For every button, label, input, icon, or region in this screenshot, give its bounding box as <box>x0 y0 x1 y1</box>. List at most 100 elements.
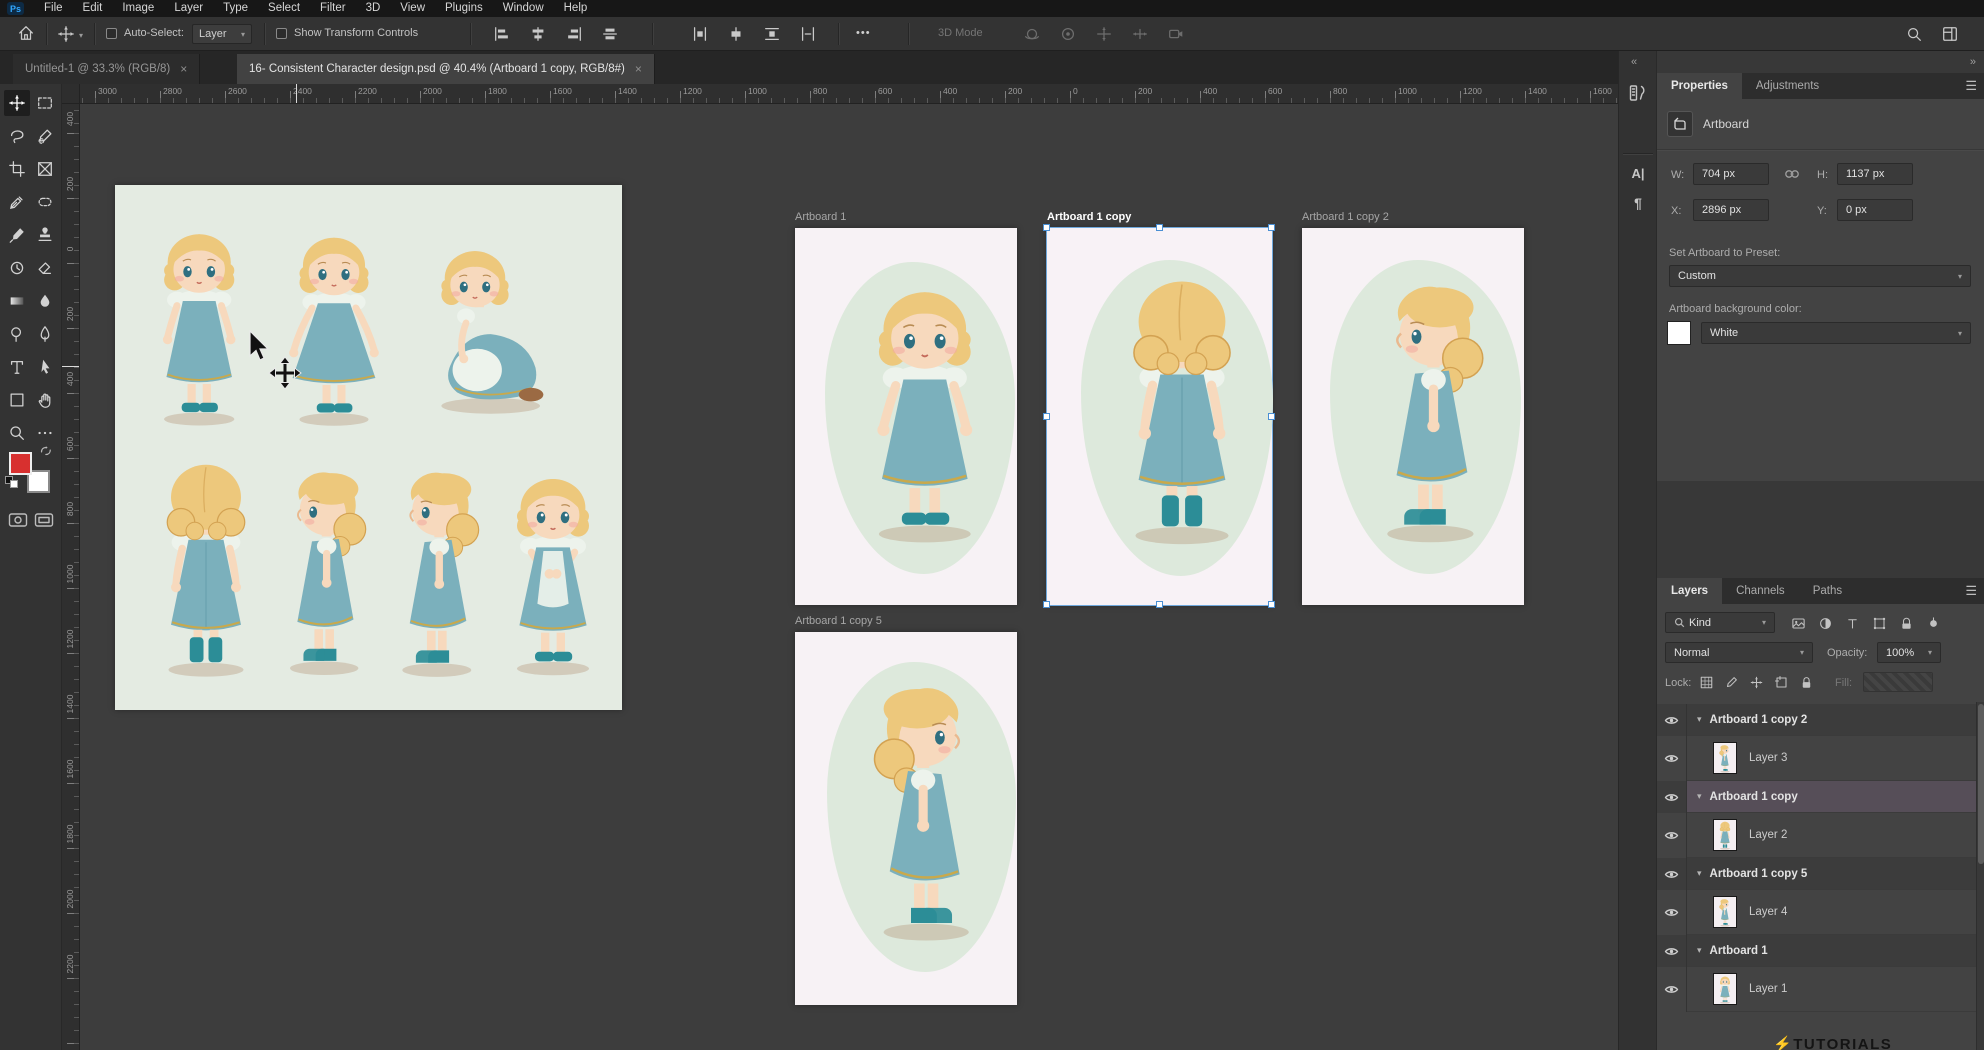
3d-roll-icon[interactable] <box>1058 25 1078 43</box>
artboard-artboard-1-copy[interactable] <box>1047 228 1272 605</box>
layers-tab-channels[interactable]: Channels <box>1722 578 1799 604</box>
layer-row-content[interactable]: Layer 2 <box>1687 813 1984 858</box>
filter-pixel-layers-icon[interactable] <box>1787 613 1809 633</box>
layer-group-row[interactable]: ▾ Artboard 1 copy <box>1657 781 1984 813</box>
ruler-origin-corner[interactable] <box>62 84 80 104</box>
panel-menu-icon[interactable]: ☰ <box>1965 80 1977 92</box>
3d-orbit-icon[interactable] <box>1022 25 1042 43</box>
layer-row-content[interactable]: ▾ Artboard 1 copy 2 <box>1687 704 1984 736</box>
align-horizontal-centers-icon[interactable] <box>528 25 548 43</box>
lasso-tool[interactable] <box>4 123 30 149</box>
layer-row-content[interactable]: Layer 3 <box>1687 736 1984 781</box>
transform-handle[interactable] <box>1043 224 1050 231</box>
menu-view[interactable]: View <box>390 0 435 17</box>
opacity-field[interactable]: 100%▾ <box>1877 642 1941 663</box>
rectangle-tool[interactable] <box>4 387 30 413</box>
document-tab-1[interactable]: Untitled-1 @ 33.3% (RGB/8)× <box>13 54 200 84</box>
chevron-down-icon[interactable]: ▾ <box>1697 791 1702 802</box>
layer-visibility-toggle[interactable] <box>1657 858 1687 890</box>
tab-close-icon[interactable]: × <box>635 62 642 76</box>
layer-visibility-toggle[interactable] <box>1657 781 1687 813</box>
layer-visibility-toggle[interactable] <box>1657 935 1687 967</box>
layer-row-content[interactable]: Layer 1 <box>1687 967 1984 1012</box>
chevron-down-icon[interactable]: ▾ <box>1697 868 1702 879</box>
vertical-ruler[interactable]: 4002000200400600800100012001400160018002… <box>62 104 80 1050</box>
search-icon[interactable] <box>1904 25 1924 43</box>
layer-visibility-toggle[interactable] <box>1657 704 1687 736</box>
menu-help[interactable]: Help <box>554 0 598 17</box>
lock-image-icon[interactable] <box>1720 672 1742 692</box>
layer-group-row[interactable]: ▾ Artboard 1 copy 2 <box>1657 704 1984 736</box>
align-vertical-centers-icon[interactable] <box>600 25 620 43</box>
history-brush-tool[interactable] <box>4 255 30 281</box>
link-dimensions-icon[interactable] <box>1783 165 1801 186</box>
frame-tool[interactable] <box>32 156 58 182</box>
layer-thumbnail[interactable] <box>1713 819 1737 851</box>
filter-adjustment-layers-icon[interactable] <box>1814 613 1836 633</box>
lock-transparency-icon[interactable] <box>1695 672 1717 692</box>
layers-scrollbar[interactable] <box>1976 702 1984 1050</box>
x-field[interactable]: 2896 px <box>1693 199 1769 221</box>
layer-group-row[interactable]: ▾ Artboard 1 <box>1657 935 1984 967</box>
lock-artboard-icon[interactable] <box>1770 672 1792 692</box>
marquee-tool[interactable] <box>32 90 58 116</box>
expand-panels-icon[interactable]: « <box>1631 56 1637 68</box>
menu-3d[interactable]: 3D <box>356 0 391 17</box>
transform-handle[interactable] <box>1268 601 1275 608</box>
quick-mask-icon[interactable] <box>8 512 28 528</box>
artboard-label[interactable]: Artboard 1 copy 5 <box>795 615 882 629</box>
distribute-left-edges-icon[interactable] <box>690 25 710 43</box>
layer-visibility-toggle[interactable] <box>1657 890 1687 935</box>
layer-row[interactable]: Layer 1 <box>1657 967 1984 1012</box>
filter-toggle-icon[interactable] <box>1922 613 1944 633</box>
filter-type-layers-icon[interactable] <box>1841 613 1863 633</box>
preset-dropdown[interactable]: Custom▾ <box>1669 265 1971 287</box>
clone-stamp-tool[interactable] <box>32 222 58 248</box>
transform-handle[interactable] <box>1156 224 1163 231</box>
auto-select-target-dropdown[interactable]: Layer▾ <box>192 24 252 44</box>
layer-row[interactable]: Layer 4 <box>1657 890 1984 935</box>
layer-group-row[interactable]: ▾ Artboard 1 copy 5 <box>1657 858 1984 890</box>
menu-file[interactable]: File <box>34 0 73 17</box>
auto-select-checkbox[interactable] <box>106 28 117 39</box>
chevron-down-icon[interactable]: ▾ <box>1697 714 1702 725</box>
menu-layer[interactable]: Layer <box>164 0 213 17</box>
menu-image[interactable]: Image <box>112 0 164 17</box>
y-field[interactable]: 0 px <box>1837 199 1913 221</box>
layers-tab-paths[interactable]: Paths <box>1799 578 1856 604</box>
menu-select[interactable]: Select <box>258 0 310 17</box>
layer-row[interactable]: Layer 3 <box>1657 736 1984 781</box>
menu-window[interactable]: Window <box>493 0 554 17</box>
distribute-right-edges-icon[interactable] <box>762 25 782 43</box>
layer-visibility-toggle[interactable] <box>1657 736 1687 781</box>
canvas-pasteboard[interactable]: Artboard 1 Artboard 1 copy Artboard 1 co… <box>80 104 1618 1050</box>
crop-tool[interactable] <box>4 156 30 182</box>
align-left-edges-icon[interactable] <box>492 25 512 43</box>
menu-plugins[interactable]: Plugins <box>435 0 493 17</box>
layers-tab-layers[interactable]: Layers <box>1657 578 1722 604</box>
gradient-tool[interactable] <box>4 288 30 314</box>
artboard-artboard-1[interactable] <box>795 228 1017 605</box>
default-colors-icon[interactable] <box>5 476 18 488</box>
3d-camera-icon[interactable] <box>1166 25 1186 43</box>
layer-row-content[interactable]: ▾ Artboard 1 copy 5 <box>1687 858 1984 890</box>
swap-colors-icon[interactable] <box>38 444 52 461</box>
lock-position-icon[interactable] <box>1745 672 1767 692</box>
artboard-label[interactable]: Artboard 1 <box>795 211 846 225</box>
layer-visibility-toggle[interactable] <box>1657 967 1687 1012</box>
brush-settings-panel-icon[interactable] <box>1626 81 1650 105</box>
eraser-tool[interactable] <box>32 255 58 281</box>
transform-handle[interactable] <box>1043 601 1050 608</box>
transform-handle[interactable] <box>1268 224 1275 231</box>
dodge-tool[interactable] <box>4 321 30 347</box>
artboard-artboard-1-copy-2[interactable] <box>1302 228 1524 605</box>
home-icon[interactable] <box>16 24 36 42</box>
artboard-label[interactable]: Artboard 1 copy <box>1047 211 1131 225</box>
artboard-label[interactable]: Artboard 1 copy 2 <box>1302 211 1389 225</box>
brush-tool[interactable] <box>4 222 30 248</box>
blend-mode-dropdown[interactable]: Normal▾ <box>1665 642 1813 663</box>
horizontal-ruler[interactable]: 3000280026002400220020001800160014001200… <box>80 84 1618 104</box>
layer-visibility-toggle[interactable] <box>1657 813 1687 858</box>
properties-tab-adjustments[interactable]: Adjustments <box>1742 73 1833 99</box>
artboard-bg-color-swatch[interactable] <box>1667 321 1691 345</box>
